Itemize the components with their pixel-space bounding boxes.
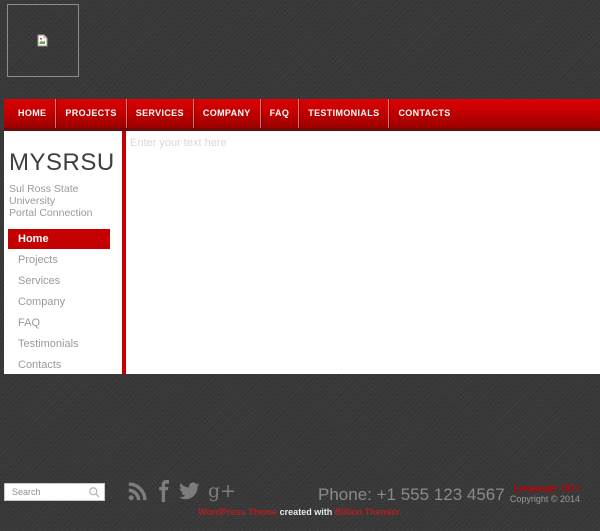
facebook-icon[interactable]	[157, 480, 170, 502]
language-label: Language: US	[513, 483, 574, 493]
main-nav: HOME PROJECTS SERVICES COMPANY FAQ TESTI…	[4, 99, 600, 131]
search-input[interactable]	[5, 487, 88, 497]
search-button[interactable]	[88, 484, 104, 500]
chevron-down-icon: ▾	[576, 486, 580, 493]
site-subtitle: Sul Ross State University Portal Connect…	[9, 183, 122, 219]
text-placeholder[interactable]: Enter your text here	[130, 137, 600, 149]
site-subtitle-line1: Sul Ross State University	[9, 183, 122, 207]
credit-line: WordPress Theme created with Billion The…	[0, 507, 600, 517]
rss-icon[interactable]	[127, 480, 149, 502]
credit-link-wordpress[interactable]: WordPress Theme	[198, 507, 277, 517]
site-title: MYSRSU	[9, 150, 122, 176]
nav-item[interactable]: COMPANY	[193, 99, 260, 128]
nav-item[interactable]: FAQ	[260, 99, 299, 128]
content-panel: MYSRSU Sul Ross State University Portal …	[4, 131, 600, 374]
credit-middle-text: created with	[280, 507, 333, 517]
sidebar-menu-item[interactable]: Home	[8, 229, 110, 249]
nav-item[interactable]: HOME	[9, 99, 55, 128]
logo-placeholder[interactable]	[7, 4, 79, 77]
sidebar-menu-item[interactable]: Services	[8, 271, 110, 291]
main-content-area[interactable]: Enter your text here	[126, 131, 600, 374]
nav-item[interactable]: SERVICES	[126, 99, 193, 128]
nav-item[interactable]: TESTIMONIALS	[298, 99, 388, 128]
nav-item[interactable]: CONTACTS	[388, 99, 459, 128]
sidebar-menu-item[interactable]: FAQ	[8, 313, 110, 333]
site-header	[0, 0, 600, 99]
sidebar-menu: Home Projects Services Company FAQ Testi…	[4, 229, 122, 375]
sidebar-menu-item[interactable]: Company	[8, 292, 110, 312]
sidebar-menu-item[interactable]: Testimonials	[8, 334, 110, 354]
sidebar-menu-item[interactable]: Projects	[8, 250, 110, 270]
search-icon	[88, 486, 101, 499]
site-subtitle-line2: Portal Connection	[9, 207, 122, 219]
twitter-icon[interactable]	[178, 482, 200, 501]
credit-link-themler[interactable]: Billion Themler.	[335, 507, 402, 517]
phone-number: Phone: +1 555 123 4567	[318, 485, 505, 505]
sidebar-menu-item[interactable]: Contacts	[8, 355, 110, 375]
sidebar: MYSRSU Sul Ross State University Portal …	[4, 131, 122, 374]
search-box	[4, 483, 105, 501]
google-plus-icon[interactable]: g+	[208, 480, 236, 502]
nav-item[interactable]: PROJECTS	[55, 99, 125, 128]
broken-image-icon	[37, 34, 48, 47]
copyright-text: Copyright © 2014	[510, 494, 580, 504]
social-links: g+	[127, 480, 236, 502]
language-selector[interactable]: Language: US ▾	[513, 483, 580, 493]
